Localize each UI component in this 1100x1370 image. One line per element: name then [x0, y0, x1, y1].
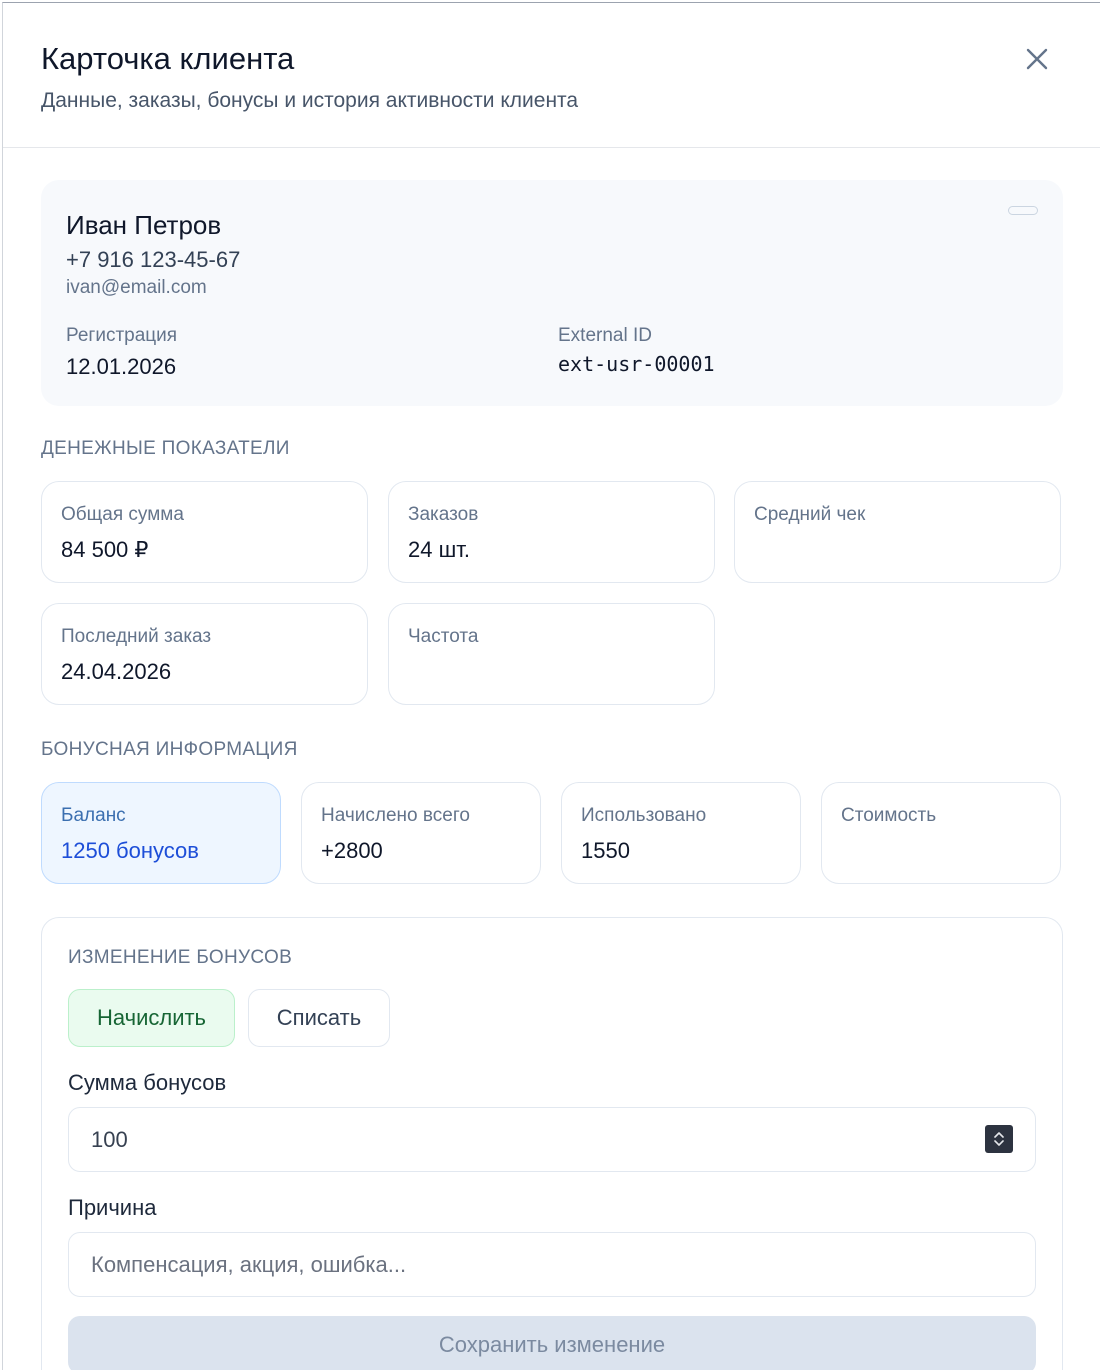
- stat-label: Баланс: [61, 805, 126, 826]
- page-subtitle: Данные, заказы, бонусы и история активно…: [41, 89, 579, 112]
- close-button[interactable]: [1021, 43, 1053, 75]
- bonus-amount-input[interactable]: [68, 1107, 1036, 1172]
- stat-value: 1550: [581, 838, 630, 863]
- stat-value: +2800: [321, 838, 383, 863]
- modal-header: Карточка клиента Данные, заказы, бонусы …: [3, 3, 1100, 148]
- collapse-handle-icon[interactable]: [1008, 206, 1038, 215]
- client-phone: +7 916 123-45-67: [66, 247, 241, 272]
- bonus-card-balance: Баланс 1250 бонусов: [41, 782, 281, 884]
- client-profile-card: Иван Петров +7 916 123-45-67 ivan@email.…: [41, 180, 1063, 406]
- client-name: Иван Петров: [66, 210, 222, 240]
- page-title: Карточка клиента: [41, 41, 295, 76]
- stat-value: 1250 бонусов: [61, 838, 199, 863]
- save-change-button[interactable]: Сохранить изменение: [68, 1316, 1036, 1370]
- accrue-button[interactable]: Начислить: [68, 989, 235, 1047]
- reason-label: Причина: [68, 1195, 157, 1220]
- bonus-card-used: Использовано 1550: [561, 782, 801, 884]
- bonus-section-title: БОНУСНАЯ ИНФОРМАЦИЯ: [41, 739, 298, 760]
- stat-label: Использовано: [581, 805, 707, 826]
- stat-card-orders: Заказов 24 шт.: [388, 481, 715, 583]
- stepper-chevrons-icon: [994, 1132, 1004, 1146]
- stat-label: Общая сумма: [61, 504, 184, 525]
- stat-card-average-check: Средний чек: [734, 481, 1061, 583]
- amount-label: Сумма бонусов: [68, 1070, 227, 1095]
- stat-label: Последний заказ: [61, 626, 212, 647]
- stat-value: 24 шт.: [408, 537, 470, 562]
- money-section-title: ДЕНЕЖНЫЕ ПОКАЗАТЕЛИ: [41, 438, 290, 459]
- bonus-change-title: ИЗМЕНЕНИЕ БОНУСОВ: [68, 947, 293, 968]
- stat-label: Начислено всего: [321, 805, 470, 826]
- registration-label: Регистрация: [66, 325, 178, 346]
- bonus-card-cost: Стоимость: [821, 782, 1061, 884]
- stat-label: Заказов: [408, 504, 479, 525]
- stat-value: 84 500 ₽: [61, 537, 149, 562]
- bonus-card-accrued-total: Начислено всего +2800: [301, 782, 541, 884]
- stat-value: 24.04.2026: [61, 659, 172, 684]
- stat-label: Стоимость: [841, 805, 937, 826]
- close-icon: [1026, 48, 1048, 70]
- amount-stepper[interactable]: [985, 1125, 1013, 1153]
- registration-date: 12.01.2026: [66, 354, 177, 379]
- stat-card-total-sum: Общая сумма 84 500 ₽: [41, 481, 368, 583]
- external-id-label: External ID: [558, 325, 652, 346]
- stat-label: Частота: [408, 626, 479, 647]
- client-card-modal: Карточка клиента Данные, заказы, бонусы …: [2, 2, 1100, 1370]
- bonus-change-panel: ИЗМЕНЕНИЕ БОНУСОВ Начислить Списать Сумм…: [41, 917, 1063, 1370]
- reason-input[interactable]: [68, 1232, 1036, 1297]
- stat-card-frequency: Частота: [388, 603, 715, 705]
- writeoff-button[interactable]: Списать: [248, 989, 390, 1047]
- stat-card-last-order: Последний заказ 24.04.2026: [41, 603, 368, 705]
- client-email: ivan@email.com: [66, 277, 207, 298]
- stat-label: Средний чек: [754, 504, 866, 525]
- external-id-value: ext-usr-00001: [558, 352, 715, 376]
